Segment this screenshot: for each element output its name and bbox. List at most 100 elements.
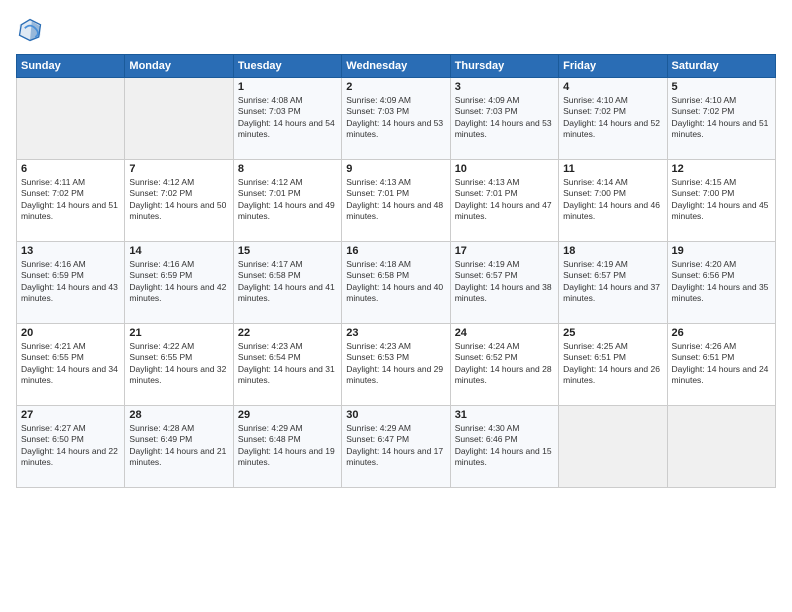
calendar-cell: 13 Sunrise: 4:16 AMSunset: 6:59 PMDayligh… [17,242,125,324]
cell-info: Sunrise: 4:16 AMSunset: 6:59 PMDaylight:… [129,259,228,305]
cell-info: Sunrise: 4:22 AMSunset: 6:55 PMDaylight:… [129,341,228,387]
cell-info: Sunrise: 4:29 AMSunset: 6:48 PMDaylight:… [238,423,337,469]
calendar-cell: 26 Sunrise: 4:26 AMSunset: 6:51 PMDayligh… [667,324,775,406]
calendar-cell: 25 Sunrise: 4:25 AMSunset: 6:51 PMDayligh… [559,324,667,406]
calendar-cell: 24 Sunrise: 4:24 AMSunset: 6:52 PMDayligh… [450,324,558,406]
cell-info: Sunrise: 4:21 AMSunset: 6:55 PMDaylight:… [21,341,120,387]
calendar-cell: 4Sunrise: 4:10 AMSunset: 7:02 PMDaylight… [559,78,667,160]
calendar-cell: 31 Sunrise: 4:30 AMSunset: 6:46 PMDayligh… [450,406,558,488]
cell-info: Sunrise: 4:27 AMSunset: 6:50 PMDaylight:… [21,423,120,469]
cell-info: Sunrise: 4:23 AMSunset: 6:53 PMDaylight:… [346,341,445,387]
calendar-cell: 11 Sunrise: 4:14 AMSunset: 7:00 PMDayligh… [559,160,667,242]
cell-info: Sunrise: 4:13 AMSunset: 7:01 PMDaylight:… [455,177,554,223]
cell-info: Sunrise: 4:23 AMSunset: 6:54 PMDaylight:… [238,341,337,387]
calendar-cell: 27 Sunrise: 4:27 AMSunset: 6:50 PMDayligh… [17,406,125,488]
day-number: 6 [21,163,120,175]
weekday-header-tuesday: Tuesday [233,55,341,78]
calendar-cell: 7 Sunrise: 4:12 AMSunset: 7:02 PMDaylight… [125,160,233,242]
cell-info: Sunrise: 4:19 AMSunset: 6:57 PMDaylight:… [455,259,554,305]
week-row-1: 1 Sunrise: 4:08 AMSunset: 7:03 PMDaylight… [17,78,776,160]
day-number: 24 [455,327,554,339]
day-number: 16 [346,245,445,257]
day-number: 21 [129,327,228,339]
day-number: 13 [21,245,120,257]
day-number: 30 [346,409,445,421]
cell-info: Sunrise: 4:24 AMSunset: 6:52 PMDaylight:… [455,341,554,387]
cell-info: Sunrise: 4:08 AMSunset: 7:03 PMDaylight:… [238,95,337,141]
calendar-cell: 23 Sunrise: 4:23 AMSunset: 6:53 PMDayligh… [342,324,450,406]
page: SundayMondayTuesdayWednesdayThursdayFrid… [0,0,792,612]
weekday-header-row: SundayMondayTuesdayWednesdayThursdayFrid… [17,55,776,78]
cell-info: Sunrise: 4:14 AMSunset: 7:00 PMDaylight:… [563,177,662,223]
day-number: 1 [238,81,337,93]
day-number: 7 [129,163,228,175]
calendar-cell: 20Sunrise: 4:21 AMSunset: 6:55 PMDayligh… [17,324,125,406]
calendar-cell [559,406,667,488]
header [16,16,776,44]
calendar-cell: 15Sunrise: 4:17 AMSunset: 6:58 PMDayligh… [233,242,341,324]
day-number: 14 [129,245,228,257]
logo-icon [16,16,44,44]
week-row-2: 6Sunrise: 4:11 AMSunset: 7:02 PMDaylight… [17,160,776,242]
week-row-5: 27 Sunrise: 4:27 AMSunset: 6:50 PMDayligh… [17,406,776,488]
day-number: 31 [455,409,554,421]
day-number: 10 [455,163,554,175]
day-number: 3 [455,81,554,93]
calendar-cell [125,78,233,160]
cell-info: Sunrise: 4:18 AMSunset: 6:58 PMDaylight:… [346,259,445,305]
cell-info: Sunrise: 4:10 AMSunset: 7:02 PMDaylight:… [672,95,771,141]
cell-info: Sunrise: 4:09 AMSunset: 7:03 PMDaylight:… [455,95,554,141]
calendar-cell: 19Sunrise: 4:20 AMSunset: 6:56 PMDayligh… [667,242,775,324]
weekday-header-monday: Monday [125,55,233,78]
day-number: 17 [455,245,554,257]
cell-info: Sunrise: 4:13 AMSunset: 7:01 PMDaylight:… [346,177,445,223]
calendar-cell: 29 Sunrise: 4:29 AMSunset: 6:48 PMDayligh… [233,406,341,488]
calendar-cell [17,78,125,160]
day-number: 9 [346,163,445,175]
day-number: 11 [563,163,662,175]
calendar-cell: 14 Sunrise: 4:16 AMSunset: 6:59 PMDayligh… [125,242,233,324]
cell-info: Sunrise: 4:09 AMSunset: 7:03 PMDaylight:… [346,95,445,141]
calendar-cell: 17 Sunrise: 4:19 AMSunset: 6:57 PMDayligh… [450,242,558,324]
week-row-4: 20Sunrise: 4:21 AMSunset: 6:55 PMDayligh… [17,324,776,406]
cell-info: Sunrise: 4:26 AMSunset: 6:51 PMDaylight:… [672,341,771,387]
cell-info: Sunrise: 4:16 AMSunset: 6:59 PMDaylight:… [21,259,120,305]
calendar-cell: 28 Sunrise: 4:28 AMSunset: 6:49 PMDayligh… [125,406,233,488]
cell-info: Sunrise: 4:12 AMSunset: 7:02 PMDaylight:… [129,177,228,223]
cell-info: Sunrise: 4:30 AMSunset: 6:46 PMDaylight:… [455,423,554,469]
day-number: 25 [563,327,662,339]
cell-info: Sunrise: 4:19 AMSunset: 6:57 PMDaylight:… [563,259,662,305]
logo [16,16,48,44]
day-number: 28 [129,409,228,421]
calendar-cell: 2Sunrise: 4:09 AMSunset: 7:03 PMDaylight… [342,78,450,160]
day-number: 27 [21,409,120,421]
cell-info: Sunrise: 4:25 AMSunset: 6:51 PMDaylight:… [563,341,662,387]
day-number: 23 [346,327,445,339]
calendar-cell: 16 Sunrise: 4:18 AMSunset: 6:58 PMDayligh… [342,242,450,324]
calendar-cell: 8 Sunrise: 4:12 AMSunset: 7:01 PMDaylight… [233,160,341,242]
calendar-cell: 9 Sunrise: 4:13 AMSunset: 7:01 PMDaylight… [342,160,450,242]
day-number: 18 [563,245,662,257]
calendar-cell [667,406,775,488]
cell-info: Sunrise: 4:17 AMSunset: 6:58 PMDaylight:… [238,259,337,305]
weekday-header-thursday: Thursday [450,55,558,78]
weekday-header-sunday: Sunday [17,55,125,78]
cell-info: Sunrise: 4:28 AMSunset: 6:49 PMDaylight:… [129,423,228,469]
calendar-cell: 21 Sunrise: 4:22 AMSunset: 6:55 PMDayligh… [125,324,233,406]
calendar-cell: 1 Sunrise: 4:08 AMSunset: 7:03 PMDaylight… [233,78,341,160]
calendar-cell: 5Sunrise: 4:10 AMSunset: 7:02 PMDaylight… [667,78,775,160]
calendar-cell: 22 Sunrise: 4:23 AMSunset: 6:54 PMDayligh… [233,324,341,406]
calendar-cell: 6Sunrise: 4:11 AMSunset: 7:02 PMDaylight… [17,160,125,242]
day-number: 8 [238,163,337,175]
calendar-cell: 3 Sunrise: 4:09 AMSunset: 7:03 PMDaylight… [450,78,558,160]
day-number: 22 [238,327,337,339]
cell-info: Sunrise: 4:12 AMSunset: 7:01 PMDaylight:… [238,177,337,223]
weekday-header-wednesday: Wednesday [342,55,450,78]
day-number: 29 [238,409,337,421]
week-row-3: 13 Sunrise: 4:16 AMSunset: 6:59 PMDayligh… [17,242,776,324]
calendar: SundayMondayTuesdayWednesdayThursdayFrid… [16,54,776,488]
weekday-header-saturday: Saturday [667,55,775,78]
calendar-cell: 10 Sunrise: 4:13 AMSunset: 7:01 PMDayligh… [450,160,558,242]
day-number: 26 [672,327,771,339]
cell-info: Sunrise: 4:15 AMSunset: 7:00 PMDaylight:… [672,177,771,223]
